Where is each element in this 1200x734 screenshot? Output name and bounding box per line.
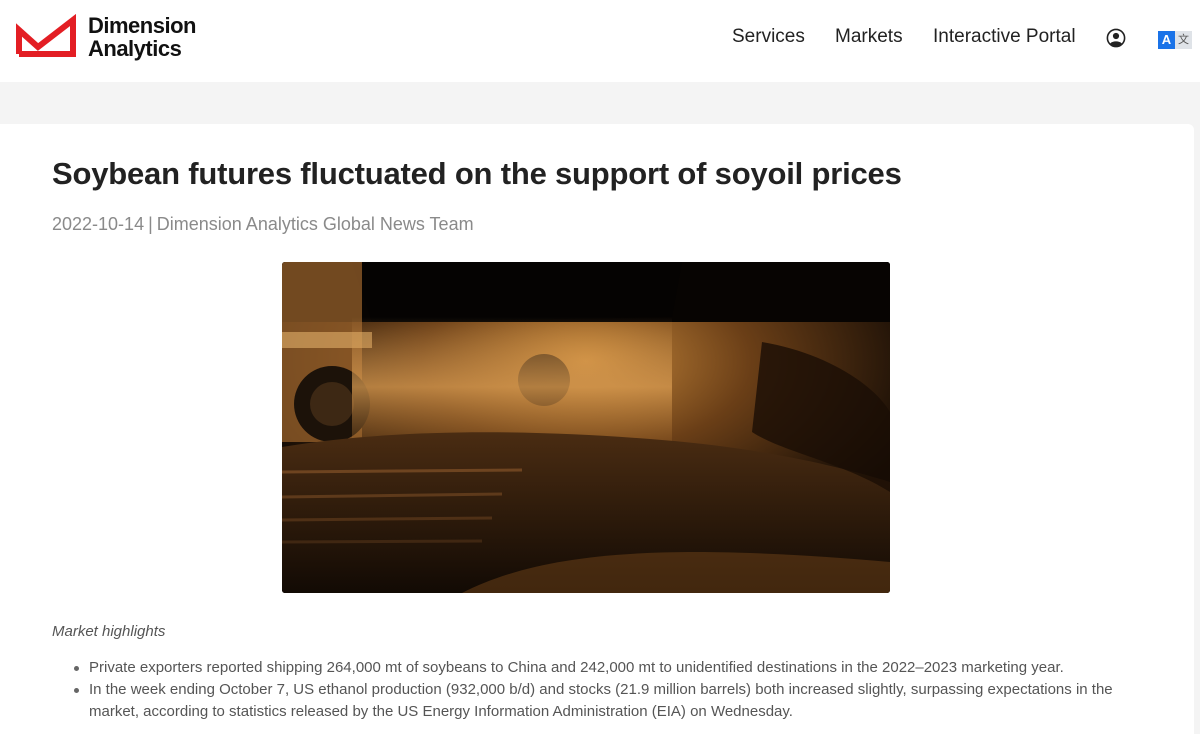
brand-logo[interactable]: Dimension Analytics (16, 14, 196, 60)
article-hero-image (282, 262, 890, 593)
byline-separator: | (148, 214, 153, 234)
nav-services-link[interactable]: Services (732, 26, 805, 48)
nav-markets-link[interactable]: Markets (835, 26, 903, 48)
site-header: Dimension Analytics Services Markets Int… (0, 0, 1200, 82)
logo-mark-icon (16, 14, 76, 57)
brand-name-line2: Analytics (88, 36, 182, 61)
translate-icon[interactable]: A 文 (1158, 31, 1192, 49)
market-highlights-list: Private exporters reported shipping 264,… (52, 657, 1152, 723)
article-title: Soybean futures fluctuated on the suppor… (52, 156, 902, 191)
list-item: Private exporters reported shipping 264,… (52, 657, 1152, 679)
section-label-market-highlights: Market highlights (52, 623, 166, 640)
list-item: In the week ending October 7, US ethanol… (52, 679, 1152, 723)
article-date: 2022-10-14 (52, 214, 145, 234)
brand-name: Dimension Analytics (88, 14, 196, 60)
nav-interactive-portal-link[interactable]: Interactive Portal (933, 26, 1076, 48)
translate-glyph-cjk: 文 (1175, 31, 1192, 49)
soybean-harvest-photo (282, 262, 890, 593)
article-byline: 2022-10-14 | Dimension Analytics Global Ne… (52, 214, 474, 235)
brand-name-line1: Dimension (88, 13, 196, 38)
translate-glyph-latin: A (1158, 31, 1175, 49)
user-circle-icon[interactable] (1106, 28, 1126, 48)
article-author: Dimension Analytics Global News Team (156, 214, 474, 234)
